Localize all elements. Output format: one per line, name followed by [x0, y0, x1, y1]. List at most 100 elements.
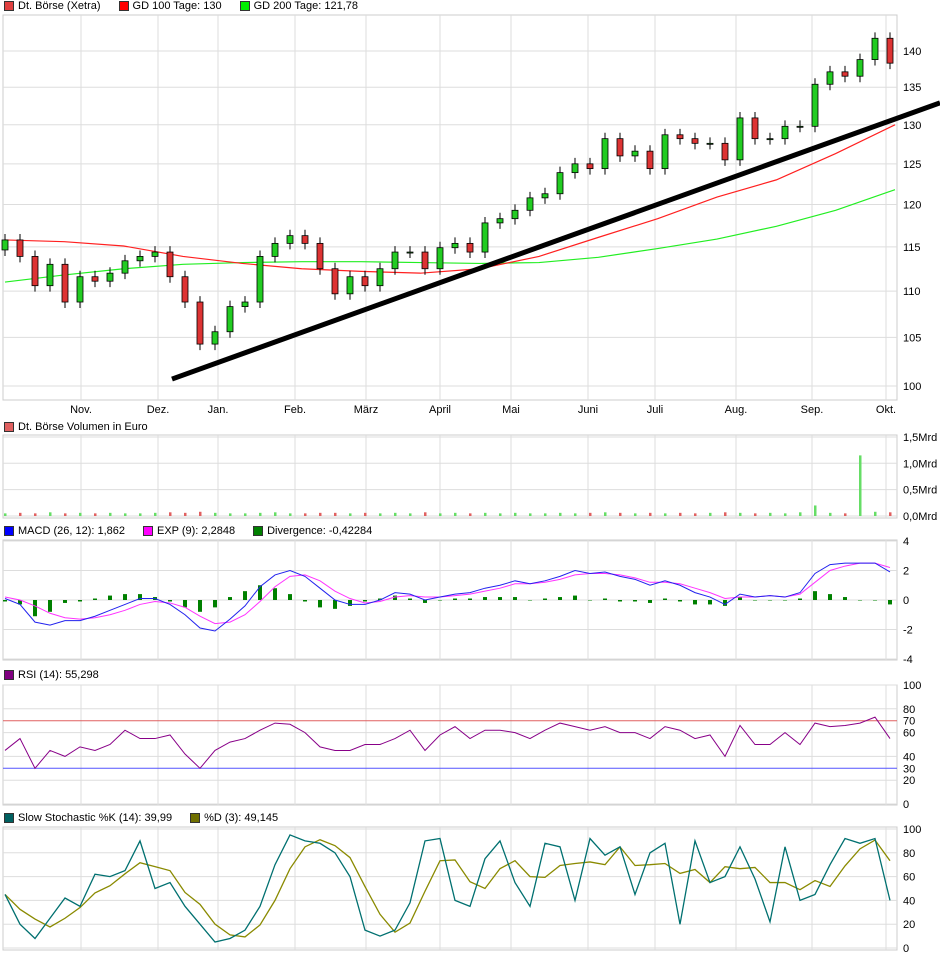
- rsi-tick-label: 20: [903, 775, 915, 787]
- month-label: Jan.: [208, 404, 229, 416]
- legend-label: Divergence: -0,42284: [267, 525, 373, 537]
- divergence-bar: [363, 600, 367, 602]
- divergence-bar: [663, 598, 667, 600]
- volume-bar: [724, 512, 727, 516]
- divergence-bar: [168, 600, 172, 602]
- divergence-bar: [798, 598, 802, 600]
- divergence-bar: [288, 594, 292, 600]
- volume-bar: [694, 513, 697, 516]
- legend-swatch: [143, 526, 153, 536]
- volume-bar: [259, 512, 262, 516]
- candle: [196, 296, 204, 351]
- divergence-bar: [33, 600, 37, 617]
- price-tick-label: 110: [903, 286, 921, 298]
- volume-bar: [409, 513, 412, 516]
- month-label: Okt.: [876, 404, 896, 416]
- divergence-bar: [63, 600, 67, 603]
- divergence-bar: [333, 600, 337, 609]
- volume-bar: [64, 513, 67, 516]
- month-label: Juni: [578, 404, 598, 416]
- divergence-bar: [78, 600, 82, 602]
- price-tick-label: 125: [903, 159, 921, 171]
- month-label: April: [429, 404, 451, 416]
- stoch-tick-label: 100: [903, 824, 921, 836]
- candle-body: [586, 163, 594, 170]
- divergence-bar: [498, 597, 502, 600]
- macd-legend: MACD (26, 12): 1,862 EXP (9): 2,2848 Diver…: [4, 525, 372, 537]
- candle-body: [316, 242, 324, 270]
- volume-bar: [199, 511, 202, 516]
- divergence-bar: [318, 600, 322, 608]
- macd-tick-label: 2: [903, 566, 909, 578]
- volume-bar: [799, 512, 802, 516]
- volume-bar: [304, 513, 307, 516]
- legend-item: GD 100 Tage: 130: [118, 0, 222, 12]
- divergence-bar: [468, 598, 472, 600]
- volume-bar: [709, 512, 712, 516]
- legend-swatch: [253, 526, 264, 536]
- macd-tick-label: -4: [903, 654, 913, 666]
- volume-tick-label: 1,0Mrd: [903, 458, 937, 470]
- candle-body: [301, 235, 309, 244]
- volume-bar: [439, 513, 442, 516]
- legend-item: %D (3): 49,145: [190, 812, 278, 824]
- volume-bar: [499, 513, 502, 516]
- volume-bar: [739, 512, 742, 516]
- volume-bar: [754, 513, 757, 516]
- volume-bar: [619, 512, 622, 516]
- price-tick-label: 105: [903, 332, 921, 344]
- candle-body: [511, 209, 519, 220]
- stoch-tick-label: 80: [903, 848, 915, 860]
- candle: [661, 128, 669, 175]
- candle-body: [871, 37, 879, 60]
- price-tick-label: 100: [903, 381, 921, 393]
- candle-body: [181, 276, 189, 303]
- divergence-bar: [828, 594, 832, 600]
- rsi-legend: RSI (14): 55,298: [4, 669, 99, 681]
- candle-body: [211, 331, 219, 345]
- volume-bar: [634, 513, 637, 516]
- divergence-bar: [588, 600, 592, 601]
- candle-body: [151, 251, 159, 257]
- divergence-bar: [213, 600, 217, 608]
- candle: [256, 250, 264, 309]
- candle-body: [631, 150, 639, 157]
- volume-bar: [559, 512, 562, 516]
- divergence-bar: [483, 597, 487, 600]
- macd-tick-label: -2: [903, 625, 913, 637]
- candle-body: [46, 263, 54, 287]
- candle-body: [406, 251, 414, 254]
- volume-bar: [379, 513, 382, 516]
- volume-bar: [469, 513, 472, 516]
- month-label: Mai: [502, 404, 520, 416]
- candle-body: [721, 142, 729, 161]
- candle-body: [121, 260, 129, 274]
- candle-body: [466, 242, 474, 253]
- candle-body: [91, 276, 99, 282]
- divergence-bar: [453, 598, 457, 600]
- macd-tick-label: 4: [903, 536, 909, 548]
- stoch-tick-label: 40: [903, 895, 915, 907]
- price-tick-label: 115: [903, 242, 921, 254]
- candle-body: [496, 218, 504, 224]
- candle-body: [571, 163, 579, 174]
- divergence-bar: [198, 600, 202, 612]
- divergence-bar: [573, 595, 577, 600]
- candle-body: [1, 239, 9, 251]
- candle: [316, 237, 324, 275]
- volume-bar: [184, 512, 187, 516]
- volume-legend: Dt. Börse Volumen in Euro: [4, 421, 148, 433]
- volume-bar: [859, 455, 862, 516]
- legend-label: GD 100 Tage: 130: [132, 0, 222, 12]
- candle-body: [601, 138, 609, 170]
- candle-body: [346, 276, 354, 295]
- candle: [31, 250, 39, 292]
- legend-swatch: [4, 813, 14, 823]
- candle-body: [361, 276, 369, 287]
- divergence-bar: [633, 600, 637, 602]
- volume-bar: [124, 513, 127, 516]
- price-tick-label: 130: [903, 120, 921, 132]
- divergence-bar: [303, 600, 307, 602]
- legend-item: RSI (14): 55,298: [4, 669, 99, 681]
- divergence-bar: [243, 591, 247, 600]
